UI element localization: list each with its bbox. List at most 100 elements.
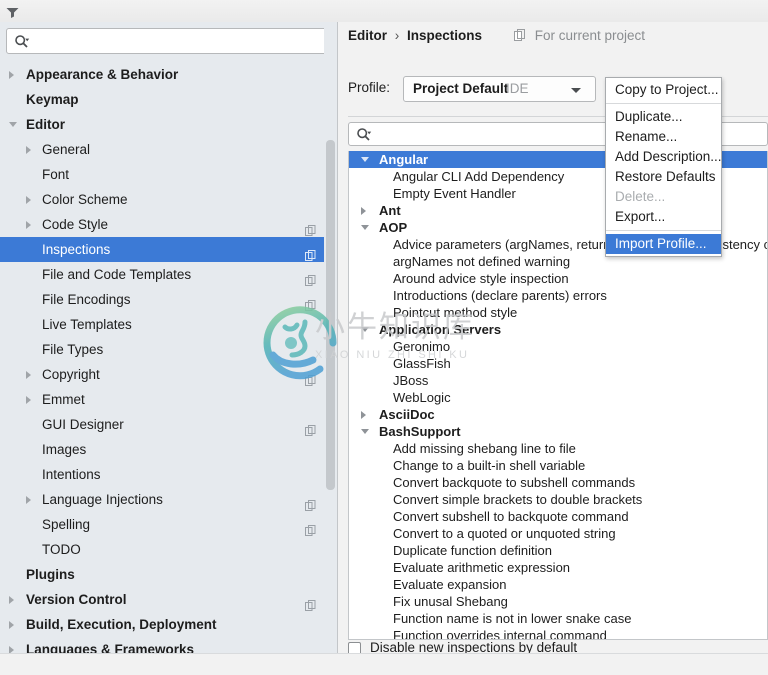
breadcrumb-root[interactable]: Editor	[348, 28, 387, 43]
menu-item-duplicate[interactable]: Duplicate...	[606, 107, 721, 127]
sidebar-item-images[interactable]: Images	[0, 437, 324, 462]
menu-item-export[interactable]: Export...	[606, 207, 721, 227]
inspection-group-row[interactable]: AsciiDoc	[349, 406, 767, 423]
sidebar-item-emmet[interactable]: Emmet	[0, 387, 324, 412]
sidebar-item-general[interactable]: General	[0, 137, 324, 162]
inspection-row[interactable]: Around advice style inspection	[349, 270, 767, 287]
chevron-right-icon[interactable]	[9, 71, 14, 79]
dialog-bottom-strip	[0, 653, 768, 675]
sidebar-item-file-and-code-templates[interactable]: File and Code Templates	[0, 262, 324, 287]
menu-item-rename[interactable]: Rename...	[606, 127, 721, 147]
sidebar-item-version-control[interactable]: Version Control	[0, 587, 324, 612]
chevron-down-icon[interactable]	[361, 327, 369, 332]
menu-separator	[606, 230, 721, 231]
sidebar-item-copyright[interactable]: Copyright	[0, 362, 324, 387]
inspection-row[interactable]: WebLogic	[349, 389, 767, 406]
inspection-row[interactable]: Convert backquote to subshell commands	[349, 474, 767, 491]
sidebar-item-color-scheme[interactable]: Color Scheme	[0, 187, 324, 212]
chevron-down-icon[interactable]	[361, 225, 369, 230]
copy-settings-icon[interactable]	[305, 244, 316, 255]
sidebar-item-font[interactable]: Font	[0, 162, 324, 187]
sidebar-item-code-style[interactable]: Code Style	[0, 212, 324, 237]
inspection-row[interactable]: Geronimo	[349, 338, 767, 355]
inspection-row[interactable]: Fix unusal Shebang	[349, 593, 767, 610]
inspection-group-row[interactable]: Application Servers	[349, 321, 767, 338]
sidebar-search-input[interactable]	[33, 29, 322, 53]
copy-settings-icon[interactable]	[305, 594, 316, 605]
inspection-row[interactable]: Convert to a quoted or unquoted string	[349, 525, 767, 542]
sidebar-item-language-injections[interactable]: Language Injections	[0, 487, 324, 512]
sidebar-item-editor[interactable]: Editor	[0, 112, 324, 137]
copy-scope-icon	[514, 29, 526, 44]
inspection-label: Convert backquote to subshell commands	[393, 474, 635, 491]
menu-item-add-description[interactable]: Add Description...	[606, 147, 721, 167]
inspection-row[interactable]: Add missing shebang line to file	[349, 440, 767, 457]
sidebar-scrollbar[interactable]	[324, 22, 337, 653]
sidebar-item-build-execution-deployment[interactable]: Build, Execution, Deployment	[0, 612, 324, 637]
chevron-down-icon[interactable]	[361, 157, 369, 162]
inspection-row[interactable]: Change to a built-in shell variable	[349, 457, 767, 474]
profile-select[interactable]: Project Default IDE	[403, 76, 596, 102]
sidebar-item-spelling[interactable]: Spelling	[0, 512, 324, 537]
sidebar-scrollbar-thumb[interactable]	[326, 140, 335, 490]
chevron-right-icon[interactable]	[361, 411, 366, 419]
sidebar-item-appearance-behavior[interactable]: Appearance & Behavior	[0, 62, 324, 87]
copy-settings-icon[interactable]	[305, 294, 316, 305]
inspection-group-row[interactable]: BashSupport	[349, 423, 767, 440]
sidebar-item-keymap[interactable]: Keymap	[0, 87, 324, 112]
copy-settings-icon[interactable]	[305, 219, 316, 230]
profile-context-menu[interactable]: Copy to Project... Duplicate...Rename...A…	[605, 77, 722, 257]
sidebar-item-gui-designer[interactable]: GUI Designer	[0, 412, 324, 437]
menu-item-copy-to-project[interactable]: Copy to Project...	[606, 80, 721, 100]
inspection-row[interactable]: Function name is not in lower snake case	[349, 610, 767, 627]
copy-settings-icon[interactable]	[305, 494, 316, 505]
sidebar-item-intentions[interactable]: Intentions	[0, 462, 324, 487]
inspection-row[interactable]: Convert simple brackets to double bracke…	[349, 491, 767, 508]
copy-settings-icon[interactable]	[305, 269, 316, 280]
sidebar-item-plugins[interactable]: Plugins	[0, 562, 324, 587]
inspection-row[interactable]: Evaluate arithmetic expression	[349, 559, 767, 576]
inspection-row[interactable]: JBoss	[349, 372, 767, 389]
sidebar-item-todo[interactable]: TODO	[0, 537, 324, 562]
menu-item-restore-defaults[interactable]: Restore Defaults	[606, 167, 721, 187]
menu-item-import-profile[interactable]: Import Profile...	[606, 234, 721, 254]
inspection-row[interactable]: Duplicate function definition	[349, 542, 767, 559]
settings-category-tree[interactable]: Appearance & BehaviorKeymapEditorGeneral…	[0, 62, 324, 652]
sidebar-search-box[interactable]	[6, 28, 327, 54]
chevron-right-icon[interactable]	[361, 207, 366, 215]
filter-icon[interactable]	[6, 6, 19, 17]
inspection-label: JBoss	[393, 372, 428, 389]
inspection-label: Change to a built-in shell variable	[393, 457, 585, 474]
inspection-row[interactable]: Evaluate expansion	[349, 576, 767, 593]
chevron-down-icon[interactable]	[9, 122, 17, 127]
chevron-down-icon[interactable]	[361, 429, 369, 434]
sidebar-item-live-templates[interactable]: Live Templates	[0, 312, 324, 337]
inspection-row[interactable]: Function overrides internal command	[349, 627, 767, 640]
chevron-right-icon[interactable]	[26, 496, 31, 504]
chevron-right-icon[interactable]	[9, 646, 14, 653]
sidebar-item-languages-frameworks[interactable]: Languages & Frameworks	[0, 637, 324, 653]
sidebar-item-file-encodings[interactable]: File Encodings	[0, 287, 324, 312]
inspection-row[interactable]: Introductions (declare parents) errors	[349, 287, 767, 304]
copy-settings-icon[interactable]	[305, 369, 316, 380]
chevron-right-icon[interactable]	[26, 371, 31, 379]
sidebar-item-label: Appearance & Behavior	[26, 62, 178, 87]
copy-settings-icon[interactable]	[305, 419, 316, 430]
inspection-row[interactable]: Convert subshell to backquote command	[349, 508, 767, 525]
sidebar-item-label: Keymap	[26, 87, 79, 112]
sidebar-item-label: TODO	[42, 537, 81, 562]
chevron-right-icon[interactable]	[9, 596, 14, 604]
inspection-label: Angular CLI Add Dependency	[393, 168, 564, 185]
inspection-row[interactable]: Pointcut method style	[349, 304, 767, 321]
inspection-row[interactable]: GlassFish	[349, 355, 767, 372]
sidebar-item-inspections[interactable]: Inspections	[0, 237, 324, 262]
chevron-right-icon[interactable]	[26, 396, 31, 404]
chevron-right-icon[interactable]	[9, 621, 14, 629]
chevron-right-icon[interactable]	[26, 221, 31, 229]
chevron-right-icon[interactable]	[26, 196, 31, 204]
inspection-label: Pointcut method style	[393, 304, 517, 321]
inspection-label: BashSupport	[379, 423, 461, 440]
sidebar-item-file-types[interactable]: File Types	[0, 337, 324, 362]
copy-settings-icon[interactable]	[305, 519, 316, 530]
chevron-right-icon[interactable]	[26, 146, 31, 154]
